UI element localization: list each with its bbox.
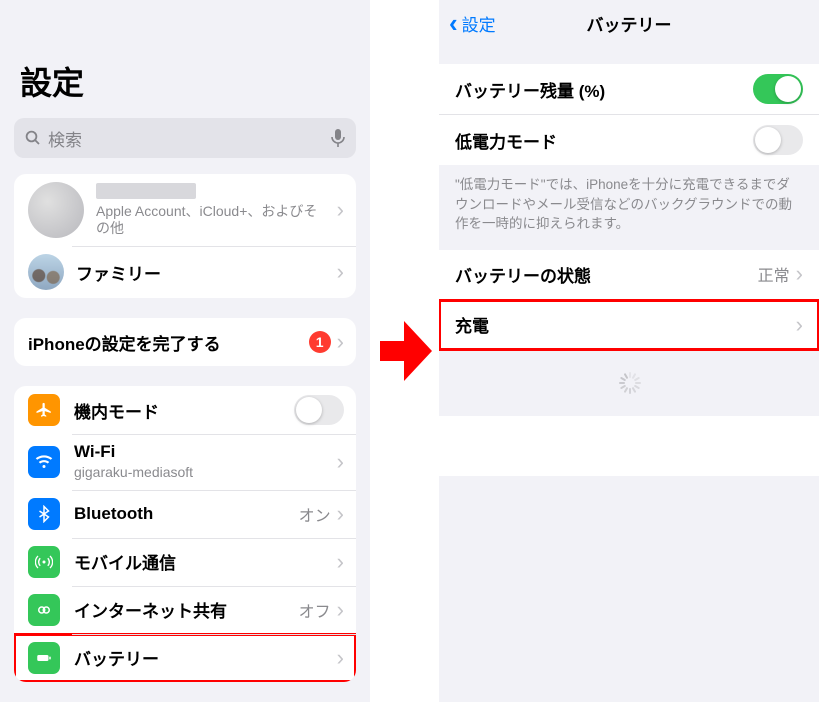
settings-row-cellular[interactable]: モバイル通信 ›	[14, 538, 356, 586]
complete-setup-row[interactable]: iPhoneの設定を完了する 1 ›	[14, 318, 356, 366]
empty-group	[439, 416, 819, 476]
account-sub: Apple Account、iCloud+、およびその他	[96, 203, 331, 238]
settings-root-screen: 設定 検索 Apple Account、iCloud+、およびその他 › ファミ…	[0, 0, 370, 702]
row-value: オフ	[299, 598, 331, 622]
battery-row[interactable]: バッテリーの状態正常 ›	[439, 250, 819, 300]
apple-account-row[interactable]: Apple Account、iCloud+、およびその他 ›	[14, 174, 356, 246]
chevron-right-icon: ›	[337, 647, 344, 669]
hotspot-icon	[28, 594, 60, 626]
transition-arrow	[370, 0, 439, 702]
row-label: バッテリー残量 (%)	[455, 77, 753, 102]
row-label: 低電力モード	[455, 128, 753, 153]
account-text: Apple Account、iCloud+、およびその他	[96, 183, 331, 238]
redacted-name	[96, 183, 196, 199]
connectivity-group: 機内モード Wi-Fi gigaraku-mediasoft › Bluetooth オン…	[14, 386, 356, 682]
settings-row-wifi[interactable]: Wi-Fi gigaraku-mediasoft ›	[14, 434, 356, 490]
family-row[interactable]: ファミリー ›	[14, 246, 356, 298]
toggle[interactable]	[294, 395, 344, 425]
airplane-icon	[28, 394, 60, 426]
page-title: 設定	[0, 50, 370, 118]
low-power-note: "低電力モード"では、iPhoneを十分に充電できるまでダウンロードやメール受信…	[439, 165, 819, 250]
battery-row[interactable]: 低電力モード	[439, 115, 819, 165]
chevron-right-icon: ›	[337, 451, 344, 473]
complete-setup-label: iPhoneの設定を完了する	[28, 330, 303, 355]
toggle[interactable]	[753, 74, 803, 104]
nav-bar: ‹ 設定 バッテリー	[439, 0, 819, 46]
chevron-right-icon: ›	[337, 261, 344, 283]
mic-icon[interactable]	[330, 128, 346, 148]
chevron-right-icon: ›	[337, 503, 344, 525]
row-sub: gigaraku-mediasoft	[74, 464, 331, 482]
row-label: バッテリー	[74, 645, 331, 670]
wifi-icon	[28, 446, 60, 478]
chevron-right-icon: ›	[337, 599, 344, 621]
back-label: 設定	[462, 11, 496, 36]
toggle[interactable]	[753, 125, 803, 155]
family-label: ファミリー	[76, 260, 331, 285]
cellular-icon	[28, 546, 60, 578]
battery-detail-group: バッテリーの状態正常 › 充電 ›	[439, 250, 819, 350]
settings-row-bluetooth[interactable]: Bluetooth オン ›	[14, 490, 356, 538]
row-value: オン	[299, 502, 331, 526]
complete-setup-group: iPhoneの設定を完了する 1 ›	[14, 318, 356, 366]
row-label: Wi-Fi	[74, 442, 331, 462]
notification-badge: 1	[309, 331, 331, 353]
settings-row-airplane[interactable]: 機内モード	[14, 386, 356, 434]
row-label: Bluetooth	[74, 504, 291, 524]
row-label: 充電	[455, 312, 790, 337]
avatar	[28, 182, 84, 238]
bluetooth-icon	[28, 498, 60, 530]
row-value: 正常	[758, 262, 790, 286]
search-input[interactable]: 検索	[14, 118, 356, 158]
battery-row[interactable]: 充電 ›	[439, 300, 819, 350]
search-icon	[24, 129, 42, 147]
chevron-right-icon: ›	[337, 331, 344, 353]
battery-settings-screen: ‹ 設定 バッテリー バッテリー残量 (%) 低電力モード "低電力モード"では、…	[439, 0, 819, 702]
family-avatar	[28, 254, 64, 290]
row-label: 機内モード	[74, 398, 294, 423]
battery-icon	[28, 642, 60, 674]
row-label: バッテリーの状態	[455, 262, 750, 287]
chevron-right-icon: ›	[796, 314, 803, 336]
back-button[interactable]: ‹ 設定	[449, 10, 496, 36]
loading-spinner	[618, 372, 640, 394]
battery-toggles-group: バッテリー残量 (%) 低電力モード	[439, 64, 819, 165]
chevron-right-icon: ›	[337, 199, 344, 221]
arrow-right-icon	[380, 321, 430, 381]
chevron-right-icon: ›	[337, 551, 344, 573]
account-group: Apple Account、iCloud+、およびその他 › ファミリー ›	[14, 174, 356, 298]
settings-row-hotspot[interactable]: インターネット共有オフ ›	[14, 586, 356, 634]
battery-row[interactable]: バッテリー残量 (%)	[439, 64, 819, 115]
settings-row-battery[interactable]: バッテリー ›	[14, 634, 356, 682]
row-label: モバイル通信	[74, 549, 331, 574]
chevron-right-icon: ›	[796, 263, 803, 285]
nav-title: バッテリー	[439, 11, 819, 36]
chevron-left-icon: ‹	[449, 10, 458, 36]
search-placeholder: 検索	[48, 126, 330, 151]
row-label: インターネット共有	[74, 597, 291, 622]
